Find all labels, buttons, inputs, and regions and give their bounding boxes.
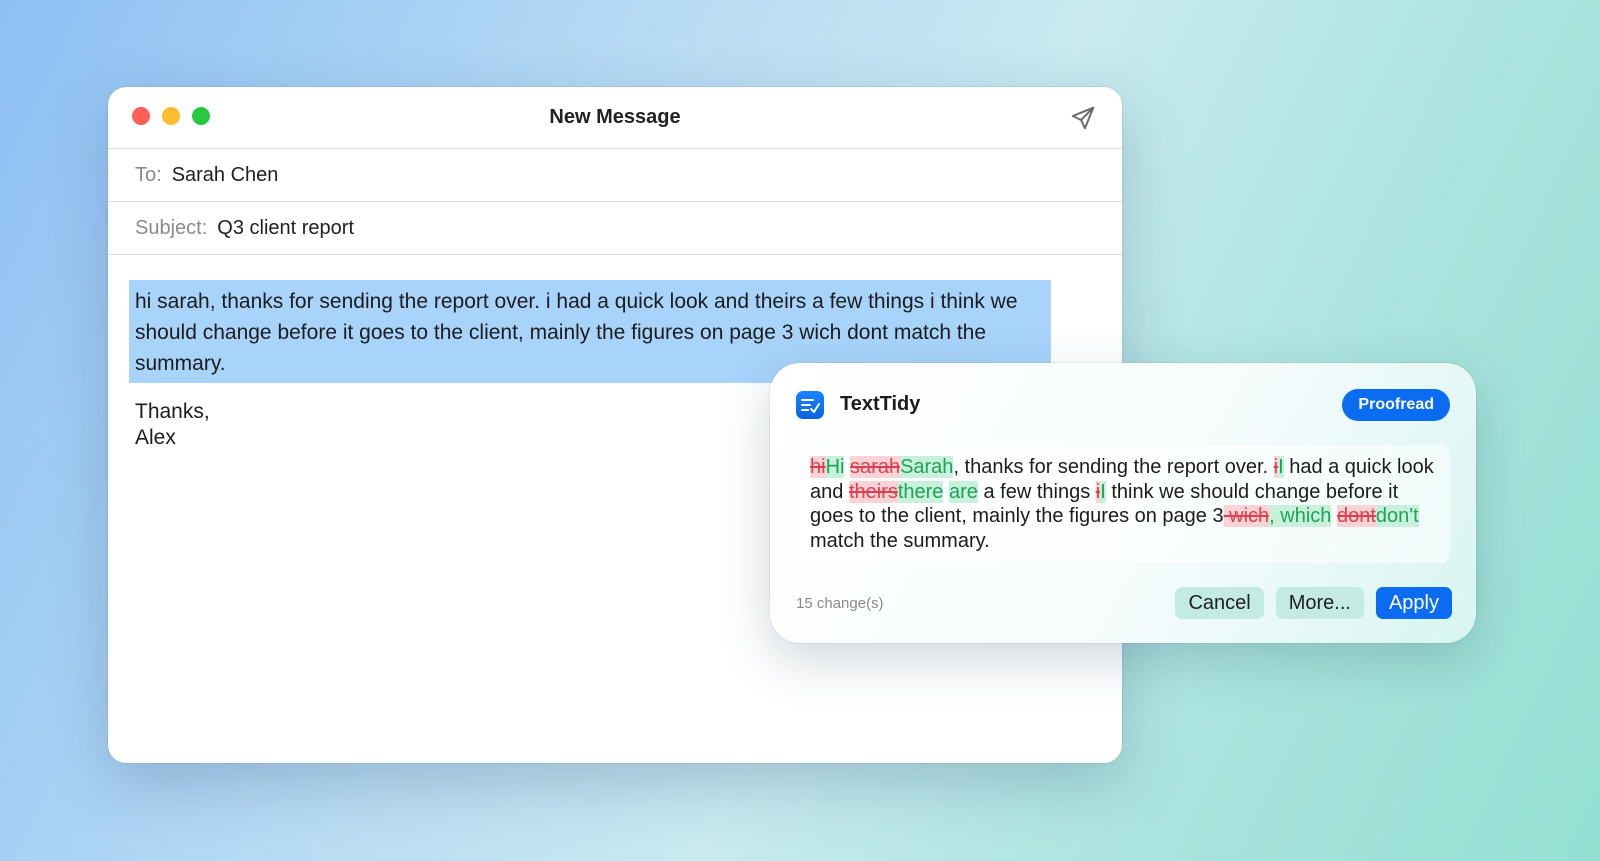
paper-plane-icon[interactable] <box>1070 105 1096 131</box>
change-count: 15 change(s) <box>796 595 884 612</box>
deletion: theirs <box>848 480 898 503</box>
to-field-row[interactable]: To: Sarah Chen <box>108 149 1122 202</box>
more-button[interactable]: More... <box>1275 587 1364 619</box>
apply-button[interactable]: Apply <box>1375 587 1452 619</box>
panel-footer: 15 change(s) Cancel More... Apply <box>796 587 1452 619</box>
app-name: TextTidy <box>840 393 921 415</box>
diff-text: match the summary. <box>810 529 990 552</box>
insertion: Hi <box>825 456 845 478</box>
deletion: sarah <box>850 456 901 478</box>
diff-text: , thanks for sending the report over. <box>953 456 1274 478</box>
insertion: , which <box>1269 505 1332 527</box>
proofread-mode-button[interactable]: Proofread <box>1342 389 1450 421</box>
subject-value[interactable]: Q3 client report <box>217 217 354 240</box>
insertion: are <box>949 480 978 503</box>
deletion: hi <box>810 456 826 478</box>
texttidy-panel: TextTidy Proofread hiHi sarahSarah, than… <box>770 363 1476 643</box>
signature-block[interactable]: Thanks, Alex <box>135 399 210 451</box>
title-bar: New Message <box>108 87 1122 149</box>
text-check-icon <box>796 391 824 419</box>
cancel-button[interactable]: Cancel <box>1175 587 1264 619</box>
signature-name: Alex <box>135 426 176 449</box>
signoff-line: Thanks, <box>135 400 210 423</box>
deletion: wich <box>1223 505 1270 527</box>
proofread-diff: hiHi sarahSarah, thanks for sending the … <box>796 445 1450 563</box>
insertion: Sarah <box>900 456 954 478</box>
panel-header: TextTidy Proofread <box>796 389 1450 421</box>
action-buttons: Cancel More... Apply <box>1175 587 1452 619</box>
deletion: dont <box>1336 505 1376 527</box>
subject-field-row[interactable]: Subject: Q3 client report <box>108 202 1122 255</box>
insertion: don't <box>1375 505 1419 527</box>
subject-label: Subject: <box>135 216 208 239</box>
to-label: To: <box>135 163 162 186</box>
insertion: there <box>897 480 944 503</box>
window-title: New Message <box>549 106 681 128</box>
diff-text: a few things <box>977 480 1096 503</box>
to-recipient[interactable]: Sarah Chen <box>172 164 279 187</box>
